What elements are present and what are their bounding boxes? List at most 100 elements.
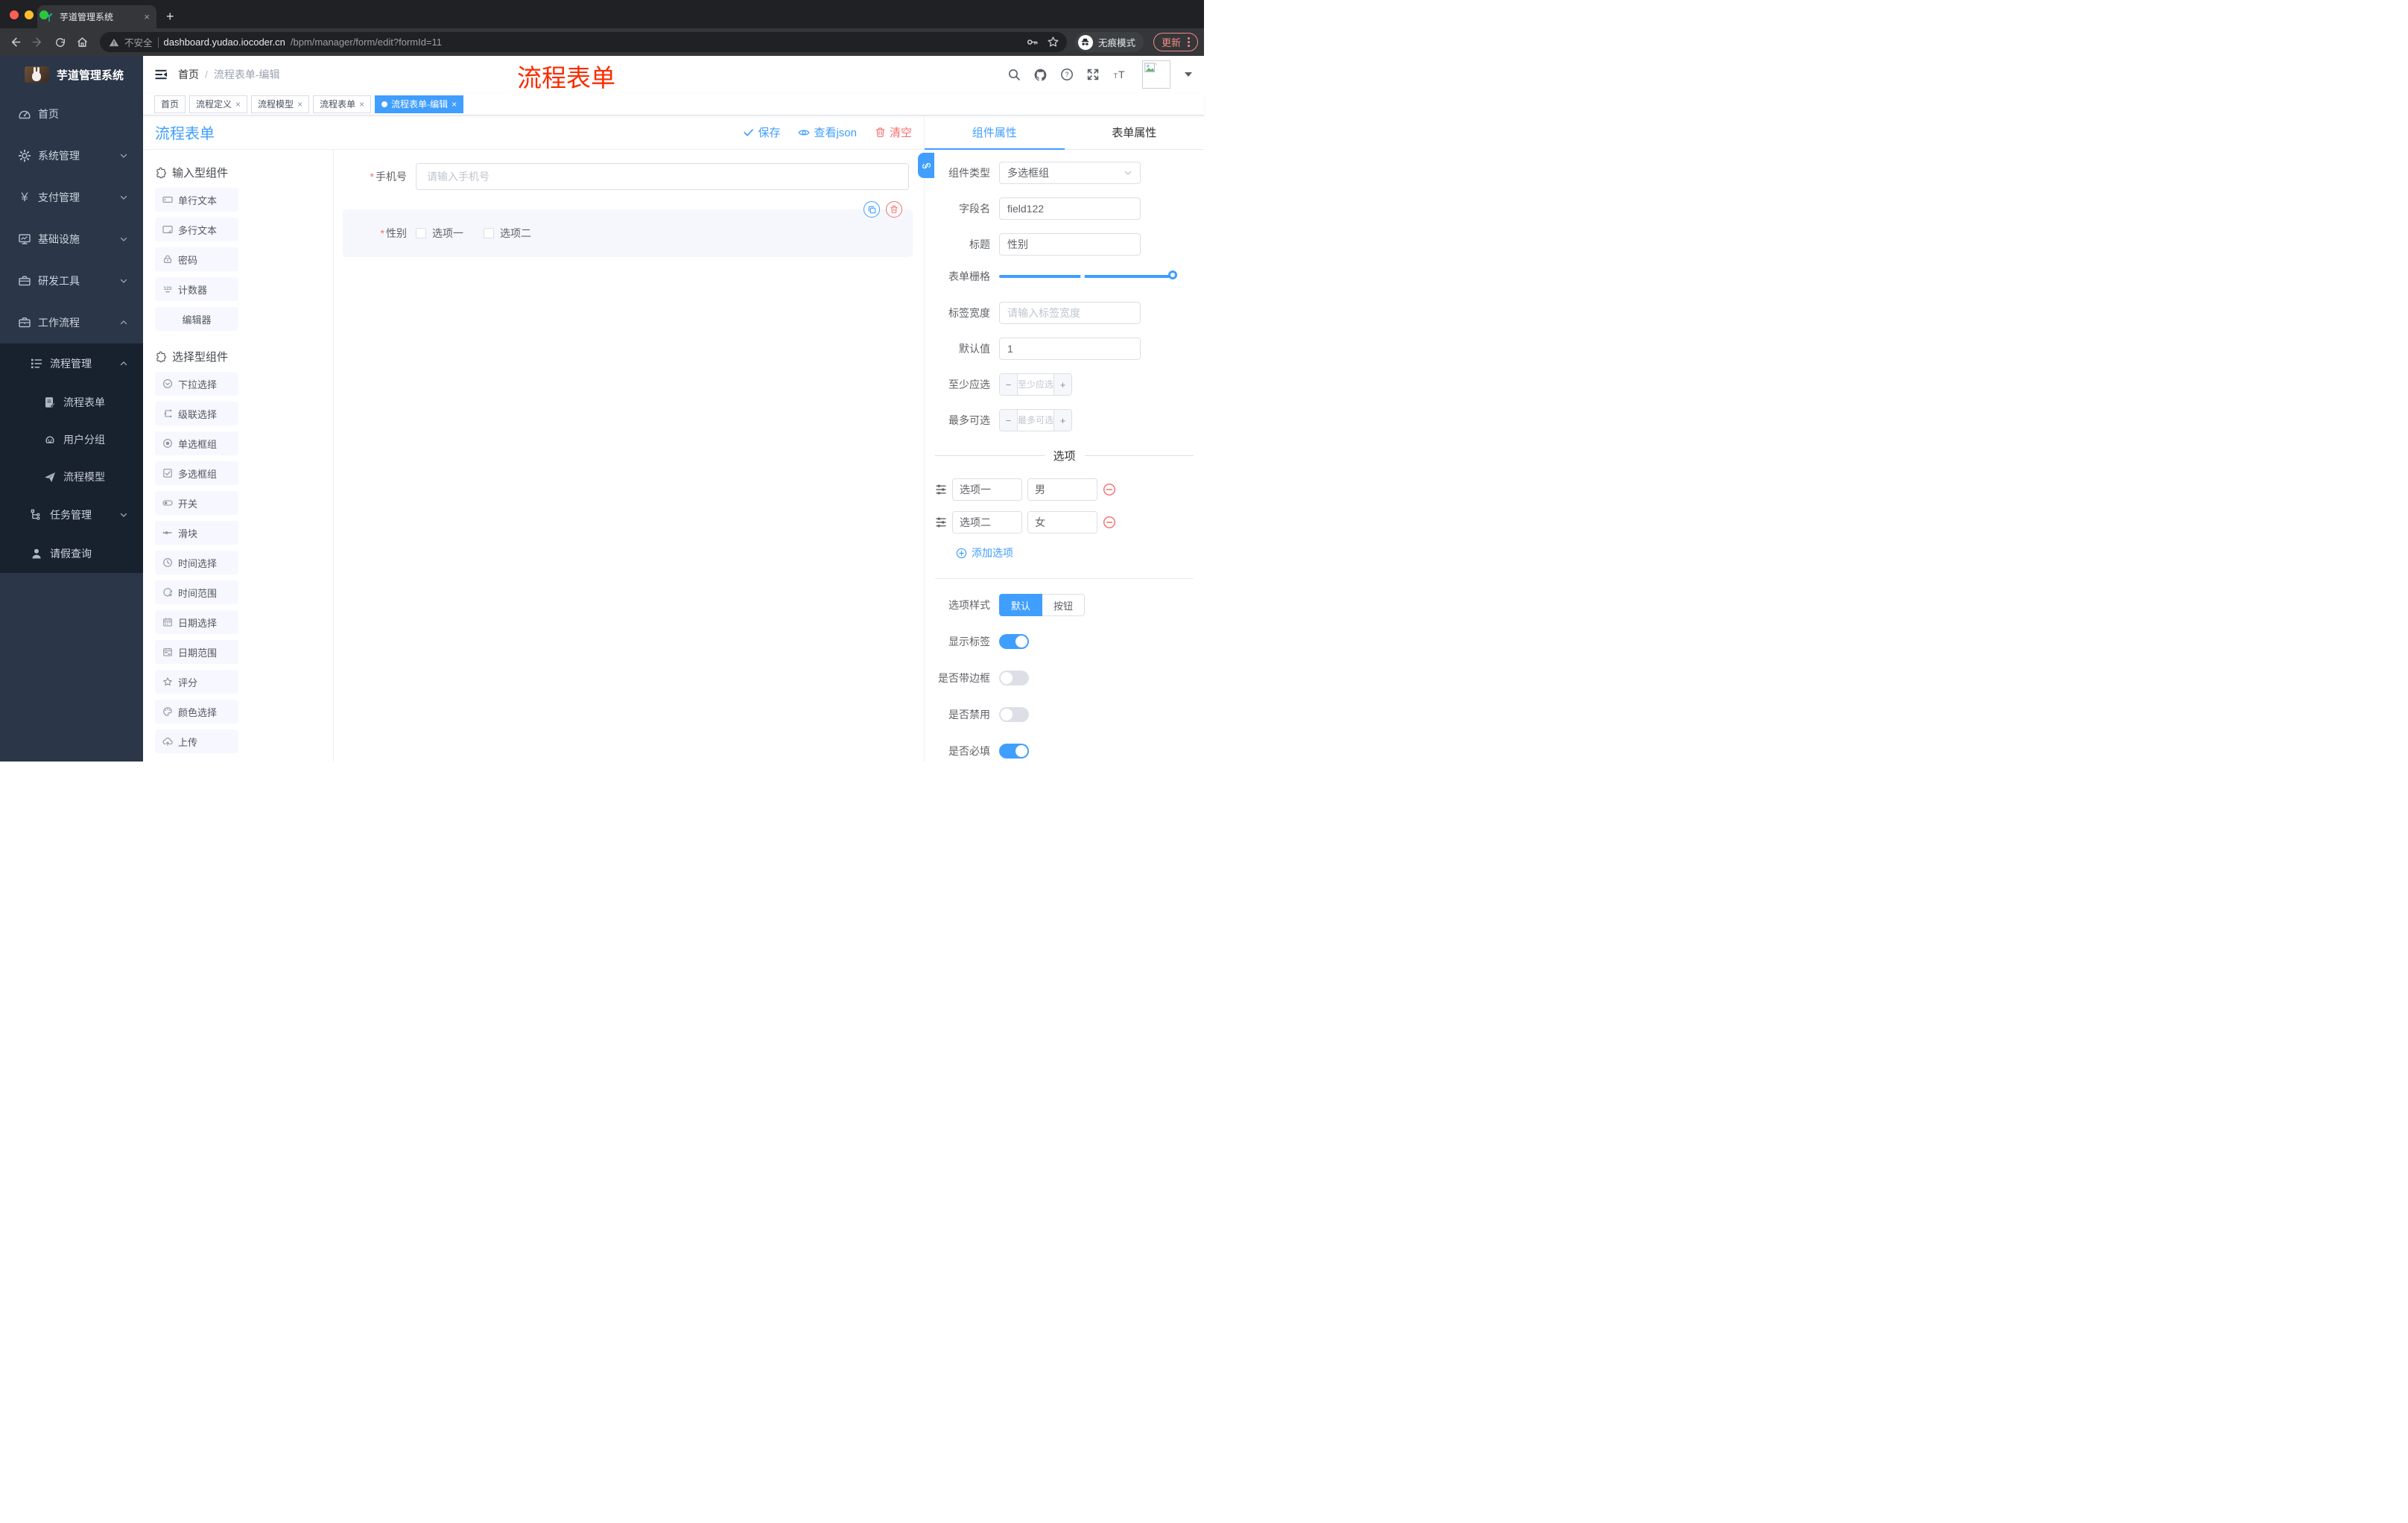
update-browser-button[interactable]: 更新 <box>1153 33 1198 51</box>
component-counter[interactable]: 计数器 <box>155 277 238 301</box>
slider-track[interactable] <box>999 275 1176 278</box>
tag-close-icon[interactable]: × <box>297 99 302 110</box>
component-slider[interactable]: 滑块 <box>155 521 238 545</box>
component-rate[interactable]: 评分 <box>155 670 238 694</box>
remove-option-icon[interactable] <box>1103 516 1116 529</box>
tab-close-icon[interactable]: × <box>144 11 150 22</box>
avatar-caret-icon[interactable] <box>1185 72 1192 77</box>
help-icon[interactable] <box>1060 68 1074 81</box>
component-upload[interactable]: 上传 <box>155 729 238 753</box>
tag-close-icon[interactable]: × <box>359 99 364 110</box>
component-time-picker[interactable]: 时间选择 <box>155 551 238 574</box>
tag-close-icon[interactable]: × <box>235 99 241 110</box>
phone-input[interactable] <box>416 163 909 190</box>
link-handle[interactable] <box>918 153 934 178</box>
component-editor[interactable]: 编辑器 <box>155 307 238 331</box>
increase-button[interactable]: + <box>1054 410 1071 431</box>
forward-icon[interactable] <box>28 33 47 51</box>
drag-handle-icon[interactable] <box>935 516 947 528</box>
option-2-value-input[interactable] <box>1027 511 1097 533</box>
min-select-input[interactable] <box>1018 374 1054 395</box>
github-icon[interactable] <box>1033 68 1048 82</box>
component-checkbox-group[interactable]: 多选框组 <box>155 461 238 485</box>
component-multi-text[interactable]: 多行文本 <box>155 218 238 241</box>
field-name-input[interactable] <box>999 197 1141 220</box>
show-label-toggle[interactable] <box>999 634 1029 649</box>
tag-process-form[interactable]: 流程表单 × <box>313 95 372 113</box>
home-icon[interactable] <box>73 33 92 51</box>
component-radio-group[interactable]: 单选框组 <box>155 431 238 455</box>
style-button-button[interactable]: 按钮 <box>1042 594 1086 616</box>
sidebar-item-process-mgmt[interactable]: 流程管理 <box>0 343 143 384</box>
decrease-button[interactable]: − <box>1000 410 1018 431</box>
increase-button[interactable]: + <box>1054 374 1071 395</box>
sidebar-logo[interactable]: 芋道管理系统 <box>0 56 143 93</box>
component-date-range[interactable]: 日期范围 <box>155 640 238 664</box>
maximize-window-button[interactable] <box>39 10 48 19</box>
gender-option-2[interactable]: 选项二 <box>484 226 531 241</box>
sidebar-item-home[interactable]: 首页 <box>0 93 143 135</box>
sidebar-item-devtools[interactable]: 研发工具 <box>0 260 143 302</box>
title-input[interactable] <box>999 233 1141 256</box>
label-width-input[interactable] <box>999 302 1141 324</box>
duplicate-field-button[interactable] <box>864 201 880 218</box>
component-cascader[interactable]: 级联选择 <box>155 402 238 425</box>
password-key-icon[interactable] <box>1026 36 1039 48</box>
avatar[interactable] <box>1142 60 1170 89</box>
sidebar-item-pay[interactable]: ¥ 支付管理 <box>0 177 143 218</box>
component-switch[interactable]: 开关 <box>155 491 238 515</box>
component-color-picker[interactable]: 颜色选择 <box>155 700 238 723</box>
sidebar-item-system[interactable]: 系统管理 <box>0 135 143 177</box>
gender-option-1[interactable]: 选项一 <box>416 226 463 241</box>
close-window-button[interactable] <box>10 10 19 19</box>
clear-button[interactable]: 清空 <box>875 124 912 140</box>
add-option-button[interactable]: 添加选项 <box>956 545 1204 560</box>
form-grid-slider[interactable] <box>999 270 1177 282</box>
save-button[interactable]: 保存 <box>743 124 780 140</box>
slider-handle[interactable] <box>1168 270 1177 279</box>
sidebar-item-leave-query[interactable]: 请假查询 <box>0 534 143 573</box>
canvas-field-phone[interactable]: * 手机号 <box>343 163 913 190</box>
required-toggle[interactable] <box>999 744 1029 759</box>
component-select[interactable]: 下拉选择 <box>155 372 238 396</box>
browser-tab[interactable]: 芋道管理系统 × <box>37 5 156 28</box>
sidebar-item-infra[interactable]: 基础设施 <box>0 218 143 260</box>
component-single-text[interactable]: 单行文本 <box>155 188 238 212</box>
sidebar-item-task-mgmt[interactable]: 任务管理 <box>0 495 143 534</box>
hamburger-fold-icon[interactable] <box>154 68 168 81</box>
tab-form-props[interactable]: 表单属性 <box>1065 115 1205 149</box>
back-icon[interactable] <box>6 33 25 51</box>
search-icon[interactable] <box>1007 68 1021 81</box>
tag-process-model[interactable]: 流程模型 × <box>251 95 310 113</box>
style-default-button[interactable]: 默认 <box>999 594 1043 616</box>
component-date-picker[interactable]: 日期选择 <box>155 610 238 634</box>
remove-option-icon[interactable] <box>1103 483 1116 496</box>
drag-handle-icon[interactable] <box>935 484 947 495</box>
canvas-field-gender-selected[interactable]: * 性别 选项一 选项二 <box>343 201 913 257</box>
sidebar-item-process-form[interactable]: 流程表单 <box>0 384 143 421</box>
tab-component-props[interactable]: 组件属性 <box>925 115 1065 150</box>
component-password[interactable]: 密码 <box>155 247 238 271</box>
checkbox[interactable] <box>484 228 494 238</box>
tag-process-form-edit[interactable]: 流程表单-编辑 × <box>375 95 464 113</box>
checkbox[interactable] <box>416 228 426 238</box>
option-2-label-input[interactable] <box>952 511 1022 533</box>
option-1-label-input[interactable] <box>952 478 1022 501</box>
tag-close-icon[interactable]: × <box>452 99 457 110</box>
option-1-value-input[interactable] <box>1027 478 1097 501</box>
new-tab-button[interactable]: + <box>166 10 174 23</box>
minimize-window-button[interactable] <box>25 10 34 19</box>
sidebar-item-user-group[interactable]: 用户分组 <box>0 421 143 458</box>
tag-process-definition[interactable]: 流程定义 × <box>189 95 248 113</box>
tag-home[interactable]: 首页 <box>154 95 186 113</box>
reload-icon[interactable] <box>51 33 69 51</box>
fullscreen-icon[interactable] <box>1086 68 1100 81</box>
sidebar-item-process-model[interactable]: 流程模型 <box>0 458 143 495</box>
disabled-toggle[interactable] <box>999 707 1029 722</box>
traffic-lights[interactable] <box>10 10 48 19</box>
component-time-range[interactable]: 时间范围 <box>155 580 238 604</box>
view-json-button[interactable]: 查看json <box>798 124 857 140</box>
browser-menu-icon[interactable] <box>1188 37 1190 47</box>
default-value-input[interactable] <box>999 338 1141 360</box>
font-size-icon[interactable] <box>1112 68 1127 81</box>
